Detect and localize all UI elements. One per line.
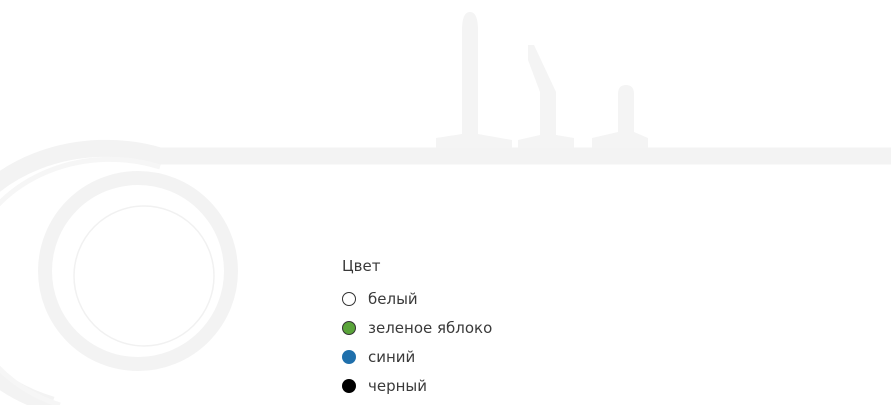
white-swatch-icon xyxy=(342,291,356,306)
color-selector: Цвет белый зеленое яблоко синий черный xyxy=(342,256,492,400)
color-option-black[interactable]: черный xyxy=(342,371,492,400)
blue-swatch-icon xyxy=(342,349,356,364)
color-selector-title: Цвет xyxy=(342,257,381,275)
color-option-label: черный xyxy=(368,376,428,395)
black-swatch-icon xyxy=(342,378,356,393)
color-option-label: белый xyxy=(368,289,418,308)
color-option-label: зеленое яблоко xyxy=(368,318,493,337)
furniture-silhouette xyxy=(436,12,648,160)
product-color-page: Цвет белый зеленое яблоко синий черный xyxy=(0,0,891,405)
color-option-white[interactable]: белый xyxy=(342,284,492,313)
inner-ring xyxy=(73,205,215,347)
color-option-blue[interactable]: синий xyxy=(342,342,492,371)
color-option-label: синий xyxy=(368,347,416,366)
green-swatch-icon xyxy=(342,320,356,335)
color-option-green-apple[interactable]: зеленое яблоко xyxy=(342,313,492,342)
